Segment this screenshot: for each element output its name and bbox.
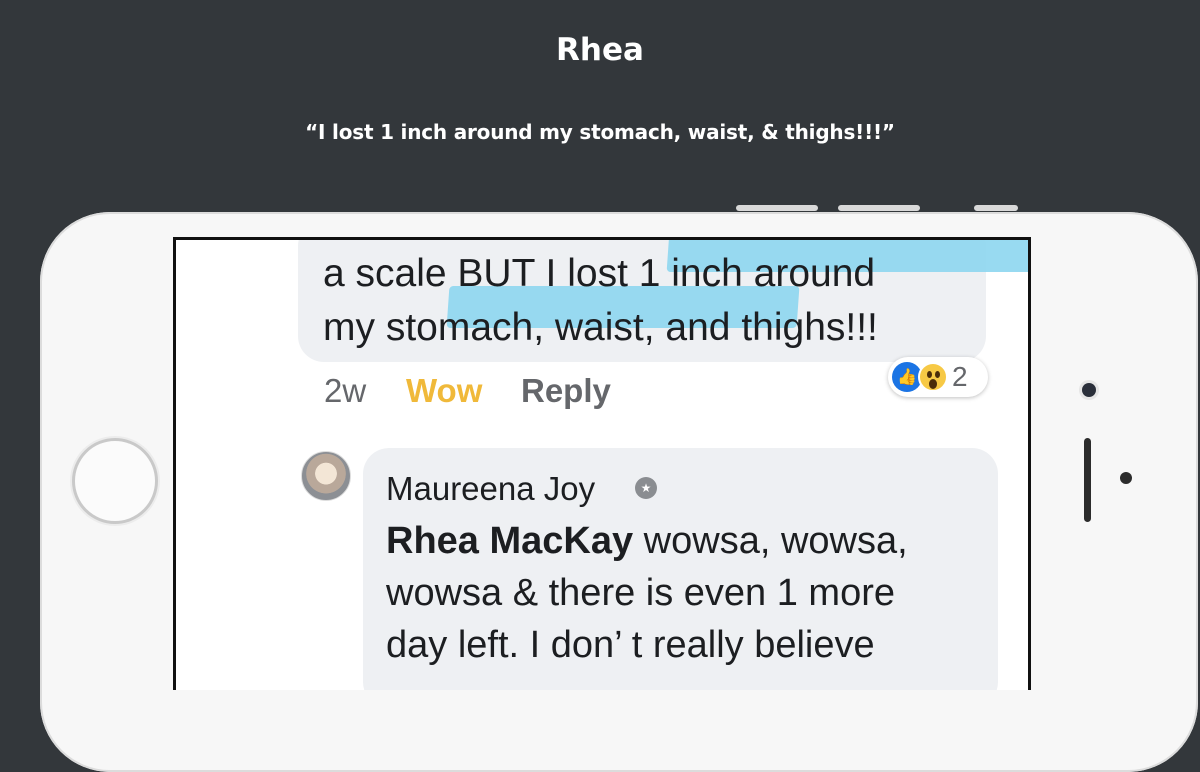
phone-top-button-2 [838,205,920,211]
comment-timestamp: 2w [324,372,367,409]
front-camera [1082,383,1096,397]
reaction-summary[interactable]: 👍 2 [888,357,988,397]
testimonial-quote: “I lost 1 inch around my stomach, waist,… [305,120,895,144]
wow-reaction-button[interactable]: Wow [406,372,482,410]
comment-text-highlight: my stomach, waist, [323,306,655,349]
reply-text-line-1: Rhea MacKay wowsa, wowsa, [386,520,908,562]
avatar[interactable] [301,451,351,501]
speaker-grille [1084,438,1091,522]
reply-text-line-3: day left. I don’ t really believe [386,624,875,666]
reaction-count: 2 [952,361,968,392]
home-button[interactable] [72,438,158,524]
mention-link[interactable]: Rhea MacKay [386,520,633,562]
phone-screen: a scale BUT I lost 1 inch around my stom… [173,237,1031,690]
comment-text-highlight: I lost 1 inch around [545,252,876,295]
comment-text-plain: and thighs!!! [654,306,878,349]
phone-top-button-3 [974,205,1018,211]
comment-line-1: a scale BUT I lost 1 inch around [323,252,875,296]
reply-button[interactable]: Reply [521,372,611,410]
phone-top-button-1 [736,205,818,211]
shield-badge-icon: ★ [635,477,657,499]
slide-title: Rhea [556,32,644,68]
comment-line-2: my stomach, waist, and thighs!!! [323,306,878,350]
comment-text-plain: a scale BUT [323,252,546,295]
wow-icon [918,362,948,392]
proximity-sensor [1120,472,1132,484]
reply-author[interactable]: Maureena Joy [386,470,595,508]
reply-text-line-2: wowsa & there is even 1 more [386,572,896,614]
